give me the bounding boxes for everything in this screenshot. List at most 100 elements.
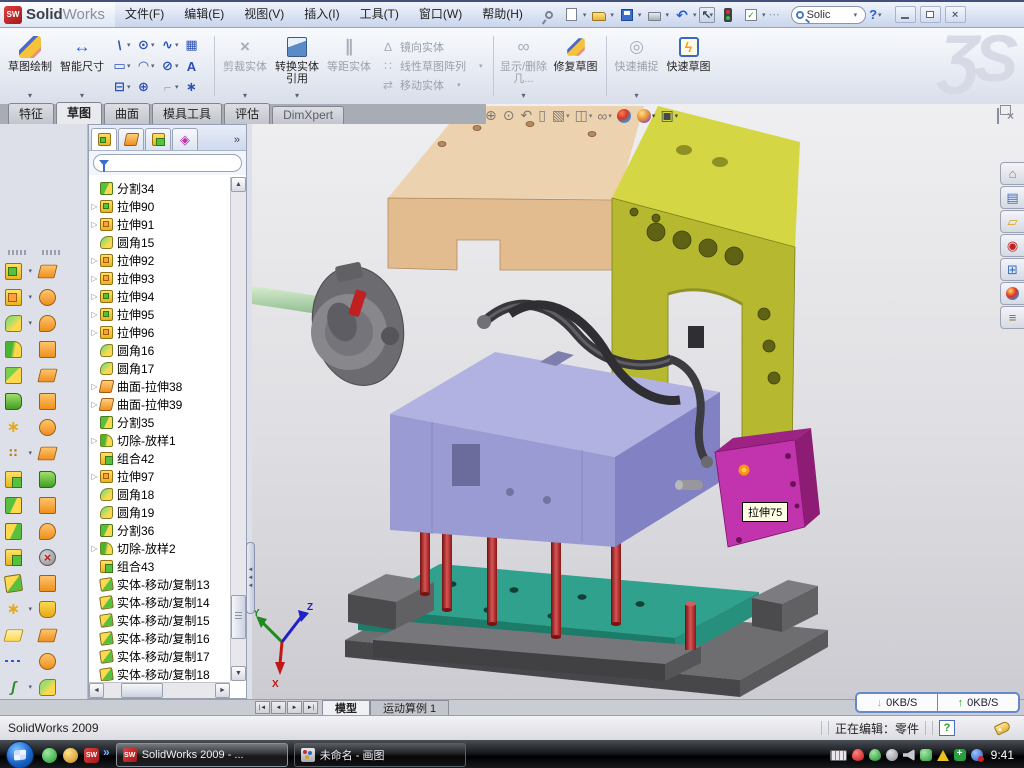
split-button[interactable] <box>2 492 32 518</box>
file-explorer-tab[interactable]: ▱ <box>1000 210 1024 233</box>
save-button[interactable] <box>617 5 637 24</box>
view-palette-tab[interactable]: ⊞ <box>1000 258 1024 281</box>
hscroll-thumb[interactable] <box>121 683 163 698</box>
scroll-down-button[interactable]: ▼ <box>231 666 246 681</box>
zoom-fit-icon[interactable]: ⊕ <box>485 107 498 124</box>
zoom-area-icon[interactable]: ⊙ <box>503 107 516 124</box>
quick-snaps-button[interactable]: ◎ 快速捕捉 <box>611 31 663 101</box>
swept-boss-button[interactable] <box>2 336 32 362</box>
scroll-up-button[interactable]: ▲ <box>231 177 246 192</box>
delete-face-button[interactable] <box>36 544 66 570</box>
tool-dropdown[interactable]: ▾ <box>151 41 158 49</box>
tree-item[interactable]: 拉伸90 <box>89 197 230 215</box>
tool-dropdown[interactable]: ▾ <box>175 41 182 49</box>
tree-item[interactable]: 圆角18 <box>89 485 230 503</box>
scene-icon[interactable]: ▾ <box>637 109 656 123</box>
swept-surface-button[interactable] <box>36 310 66 336</box>
custom-properties-tab[interactable]: ≡ <box>1000 306 1024 329</box>
command-tab[interactable]: 评估 <box>224 103 270 124</box>
help-dropdown[interactable]: ▾ <box>878 11 882 19</box>
print-button[interactable] <box>644 5 664 24</box>
revolved-cut-button[interactable] <box>2 388 32 414</box>
tool-dropdown[interactable]: ▾ <box>127 83 134 91</box>
tab-nav-button[interactable]: ► <box>287 701 302 714</box>
antivirus-tray-icon[interactable] <box>852 749 864 761</box>
expand-arrow-icon[interactable] <box>89 274 100 283</box>
rapid-sketch-button[interactable]: ϟ 快速草图 <box>663 31 715 101</box>
options-dropdown[interactable]: ▾ <box>762 11 766 19</box>
spline-tool[interactable]: ∿ ▾ <box>160 35 182 56</box>
帮助(H)[interactable]: 帮助(H) <box>472 2 533 27</box>
revolved-surface-button[interactable] <box>36 284 66 310</box>
section-view-icon[interactable]: ▯ <box>538 107 547 124</box>
search-dropdown[interactable]: ▾ <box>854 11 858 19</box>
rectangle-tool[interactable]: ▭ ▾ <box>112 56 134 77</box>
tree-item[interactable]: 实体-移动/复制16 <box>89 629 230 647</box>
text-tool[interactable]: A <box>184 56 206 77</box>
tree-horizontal-scrollbar[interactable]: ◄ ► <box>89 682 230 698</box>
heads-up-dropdown[interactable]: ▾ <box>675 112 679 120</box>
arc-tool[interactable]: ◠ ▾ <box>136 56 158 77</box>
minimize-button[interactable] <box>895 6 916 23</box>
taskbar-task-button[interactable]: 未命名 - 画图 <box>294 743 466 767</box>
command-tab[interactable]: 模具工具 <box>152 103 222 124</box>
line-tool[interactable]: \ ▾ <box>112 35 134 56</box>
tag-icon[interactable] <box>994 720 1012 735</box>
tree-item[interactable]: 圆角19 <box>89 503 230 521</box>
quick-launch-desktop-icon[interactable] <box>63 748 78 763</box>
print-dropdown[interactable]: ▾ <box>665 11 669 19</box>
toolbar-overflow-icon[interactable]: ⋯ <box>769 8 780 21</box>
search-box[interactable]: ▾ <box>791 6 867 24</box>
graphics-viewport[interactable]: Y Z X ⊕ ⊙ ↶ <box>252 104 1024 699</box>
tool-dropdown[interactable]: ▾ <box>127 62 134 70</box>
quick-launch-messenger-icon[interactable] <box>42 748 57 763</box>
spline-button[interactable] <box>2 674 32 700</box>
messenger-tray-icon[interactable] <box>971 749 983 761</box>
toolbox-tab[interactable]: ◉ <box>1000 234 1024 257</box>
convert-entities-button[interactable]: 转换实体引用 <box>271 31 323 101</box>
tree-item[interactable]: 圆角15 <box>89 233 230 251</box>
tree-item[interactable]: 组合43 <box>89 557 230 575</box>
replace-face-button[interactable] <box>36 570 66 596</box>
tool-dropdown[interactable]: ▾ <box>127 41 134 49</box>
display-delete-relations-button[interactable]: ∞ 显示/删除几... <box>498 31 550 101</box>
tree-item[interactable]: 实体-移动/复制15 <box>89 611 230 629</box>
tree-item[interactable]: 实体-移动/复制14 <box>89 593 230 611</box>
elbow-button[interactable] <box>36 518 66 544</box>
hide-show-items-icon[interactable]: ∞ ▾ <box>597 108 612 124</box>
mirror-entities-button[interactable]: ∆镜向实体 <box>381 39 483 55</box>
close-button[interactable]: × <box>945 6 966 23</box>
tree-item[interactable]: 分割36 <box>89 521 230 539</box>
move-entities-dropdown[interactable]: ▾ <box>457 81 461 89</box>
options-button[interactable]: ✓ <box>741 5 761 24</box>
flex-button[interactable] <box>36 622 66 648</box>
shell-button[interactable] <box>36 596 66 622</box>
toolbar-grip[interactable] <box>42 250 60 255</box>
help-button[interactable]: ? <box>869 7 877 22</box>
文件(F)[interactable]: 文件(F) <box>115 2 174 27</box>
tree-vertical-scrollbar[interactable]: ▲ ▼ <box>230 177 246 681</box>
certificate-tray-icon[interactable] <box>886 749 898 761</box>
linear-pattern-dropdown[interactable]: ▾ <box>479 62 483 70</box>
quick-launch-solidworks-icon[interactable]: SW <box>84 748 99 763</box>
tree-item[interactable]: 组合42 <box>89 449 230 467</box>
panel-splitter-handle[interactable]: ◄◄◄ <box>246 542 255 614</box>
插入(I)[interactable]: 插入(I) <box>294 2 349 27</box>
tree-item[interactable]: 分割35 <box>89 413 230 431</box>
revolved-boss-button[interactable] <box>2 362 32 388</box>
command-tab[interactable]: 草图 <box>56 102 102 124</box>
wrap-button[interactable] <box>36 648 66 674</box>
pin-icon[interactable] <box>539 5 559 24</box>
heads-up-dropdown[interactable]: ▾ <box>608 112 612 120</box>
窗口(W)[interactable]: 窗口(W) <box>409 2 472 27</box>
extruded-boss-button[interactable] <box>2 258 32 284</box>
rebuild-button[interactable] <box>718 5 738 24</box>
tree-item[interactable]: 拉伸95 <box>89 305 230 323</box>
expand-arrow-icon[interactable] <box>89 220 100 229</box>
tree-item[interactable]: 实体-移动/复制18 <box>89 665 230 681</box>
warning-tray-icon[interactable] <box>937 750 949 761</box>
expand-arrow-icon[interactable] <box>89 310 100 319</box>
extend-surface-button[interactable] <box>36 466 66 492</box>
featuremanager-tab[interactable] <box>91 128 117 150</box>
manager-chevron[interactable]: » <box>234 134 244 150</box>
